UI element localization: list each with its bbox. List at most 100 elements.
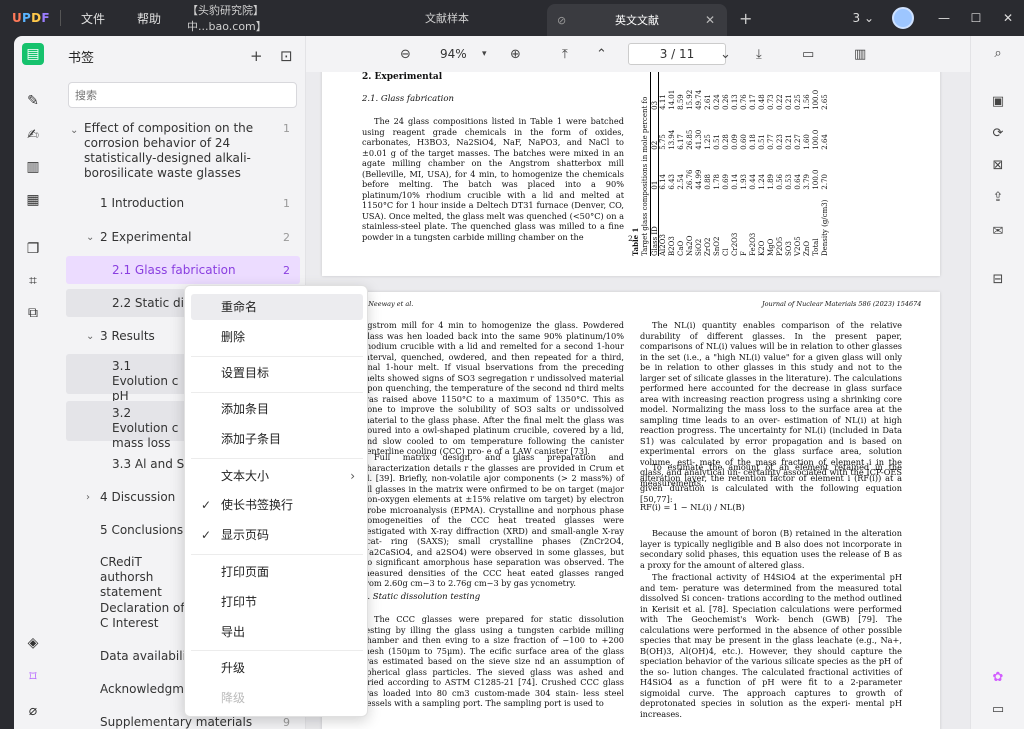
search-icon[interactable]: ⌕ (987, 42, 1009, 64)
menu-demote[interactable]: 降级 (191, 685, 363, 711)
chevron-down-icon[interactable]: ⌄ (70, 123, 78, 138)
crop-icon[interactable]: ⌗ (22, 270, 44, 292)
bookmark-options-icon[interactable]: ⊡ (280, 47, 293, 65)
add-bookmark-icon[interactable]: + (250, 47, 263, 65)
panel-title: 书签 (68, 50, 95, 66)
chevron-down-icon[interactable]: ⌄ (86, 230, 94, 245)
layers-icon[interactable]: ◈ (22, 632, 44, 654)
table-cell: 0.09 (731, 134, 739, 150)
avatar[interactable] (892, 7, 914, 29)
table-cell: SiO2 (695, 238, 703, 256)
menu-add-entry[interactable]: 添加条目 (191, 396, 363, 422)
divider (191, 458, 363, 459)
pdf-page-3: J. Neeway et al. Journal of Nuclear Mate… (322, 292, 940, 729)
menu-delete[interactable]: 删除 (191, 324, 363, 350)
presentation-icon[interactable]: ▭ (802, 47, 814, 62)
tab-label: 英文文献 (615, 14, 660, 27)
table-row: V2O5 0.64 0.27 0.25 (794, 72, 803, 256)
close-icon[interactable]: ✕ (705, 13, 715, 27)
reader-icon[interactable]: ▤ (22, 43, 44, 65)
bookmark-item-selected[interactable]: 2.1 Glass fabrication 2 (66, 256, 300, 284)
notification-count[interactable]: 3 ⌄ (844, 11, 882, 25)
ai-assistant-icon[interactable]: ✿ (987, 666, 1009, 688)
document-toolbar: ⊖ 94% ▾ ⊕ ⤒ ⌃ 3 / 11 ⌄ ⤓ ▭ ▥ (306, 36, 970, 72)
save-icon[interactable]: ⊟ (987, 268, 1009, 290)
form-icon[interactable]: ▦ (22, 189, 44, 211)
share-icon[interactable]: ⇪ (987, 186, 1009, 208)
table-cell: 0.21 (785, 94, 793, 110)
zoom-in-icon[interactable]: ⊕ (510, 47, 521, 62)
document-view[interactable]: 2. Experimental 2.1. Glass fabrication T… (306, 72, 970, 729)
tab-report[interactable]: 【头豹研究院】中...bao.com】 (177, 0, 347, 36)
paragraph: The 24 glass compositions listed in Tabl… (362, 116, 624, 242)
page-view-icon[interactable]: ▥ (854, 47, 866, 62)
table-row: Cl 0.69 0.28 0.26 (722, 72, 731, 256)
chevron-right-icon[interactable]: › (86, 490, 90, 505)
table-cell: 6.14 (659, 173, 667, 190)
page-layout-icon[interactable]: ▥ (22, 156, 44, 178)
previous-page-icon[interactable]: ⌃ (596, 47, 607, 62)
menu-help[interactable]: 帮助 (121, 10, 177, 27)
table-cell: 0.69 (722, 173, 730, 190)
table-cell: 2.70 (821, 173, 829, 190)
first-page-icon[interactable]: ⤒ (562, 47, 568, 62)
tab-label: 文献样本 (425, 12, 470, 25)
tab-english-literature[interactable]: ⊘ 英文文献 ✕ (547, 4, 728, 36)
table-row: K2O 1.24 0.51 0.48 (758, 72, 767, 256)
menu-text-size[interactable]: 文本大小 › (191, 463, 363, 489)
menu-show-page-numbers[interactable]: ✓ 显示页码 (191, 522, 363, 548)
email-icon[interactable]: ✉ (987, 220, 1009, 242)
minimize-button[interactable]: — (928, 11, 960, 25)
table-row: MgO 1.89 0.77 0.73 (767, 72, 776, 256)
close-window-button[interactable]: ✕ (992, 11, 1024, 25)
edit-text-icon[interactable]: ✍ (22, 124, 44, 146)
highlighter-icon[interactable]: ✎ (22, 90, 44, 112)
maximize-button[interactable]: ☐ (960, 11, 992, 25)
table-row: F 1.93 0.60 0.76 (740, 72, 749, 256)
search-input[interactable] (68, 82, 297, 108)
table-cell: 0.23 (776, 134, 784, 150)
table-row: ZrO2 0.88 1.25 2.61 (704, 72, 713, 256)
table-cell: CaO (677, 240, 685, 256)
tools-icon[interactable]: ⧉ (22, 302, 44, 324)
divider (191, 650, 363, 651)
next-page-icon[interactable]: ⌄ (720, 47, 731, 62)
right-tool-strip: ⌕ ▣ ⟳ ⊠ ⇪ ✉ ⊟ ✿ ▭ (970, 36, 1024, 729)
ocr-icon[interactable]: ▣ (987, 90, 1009, 112)
menu-set-target[interactable]: 设置目标 (191, 360, 363, 386)
protect-icon[interactable]: ⊠ (987, 154, 1009, 176)
chevron-down-icon[interactable]: ⌄ (86, 329, 94, 344)
menu-print-section[interactable]: 打印节 (191, 589, 363, 615)
menu-export[interactable]: 导出 (191, 619, 363, 645)
menu-add-child-entry[interactable]: 添加子条目 (191, 426, 363, 452)
table-row: Density (g/cm3) 2.70 2.64 2.65 (821, 72, 830, 256)
tab-literature-sample[interactable]: 文献样本 (347, 0, 547, 36)
table-cell: 0.21 (785, 134, 793, 150)
menu-rename[interactable]: 重命名 (191, 294, 363, 320)
menu-wrap-long-bookmarks[interactable]: ✓ 使长书签换行 (191, 492, 363, 518)
menu-promote[interactable]: 升级 (191, 655, 363, 681)
attachment-icon[interactable]: ⌀ (22, 700, 44, 722)
table-row: P2O5 0.56 0.23 0.22 (776, 72, 785, 256)
table-cell: 2.64 (821, 134, 829, 150)
table-cell: 2.65 (821, 94, 829, 110)
organize-pages-icon[interactable]: ❐ (22, 238, 44, 260)
zoom-dropdown-icon[interactable]: ▾ (482, 49, 487, 59)
zoom-out-icon[interactable]: ⊖ (400, 47, 411, 62)
bookmark-item-title[interactable]: ⌄ Effect of composition on the corrosion… (66, 121, 300, 181)
comment-icon[interactable]: ▭ (987, 698, 1009, 720)
table-cell: 6.17 (677, 134, 685, 150)
convert-icon[interactable]: ⟳ (987, 122, 1009, 144)
last-page-icon[interactable]: ⤓ (756, 47, 762, 62)
add-tab-button[interactable]: + (727, 9, 764, 28)
table-header-row: Glass ID 01 02 03 (650, 72, 659, 256)
page-number-input[interactable]: 3 / 11 (628, 43, 726, 65)
bookmark-item[interactable]: 1 Introduction 1 (66, 191, 300, 217)
table-row: SO3 0.53 0.21 0.21 (785, 72, 794, 256)
zoom-level[interactable]: 94% (440, 47, 467, 61)
bookmark-item[interactable]: ⌄ 2 Experimental 2 (66, 225, 300, 251)
menu-file[interactable]: 文件 (65, 10, 121, 27)
menu-print-page[interactable]: 打印页面 (191, 559, 363, 585)
table-cell: B2O3 (668, 236, 676, 256)
bookmark-icon[interactable]: ⌑ (22, 666, 44, 688)
